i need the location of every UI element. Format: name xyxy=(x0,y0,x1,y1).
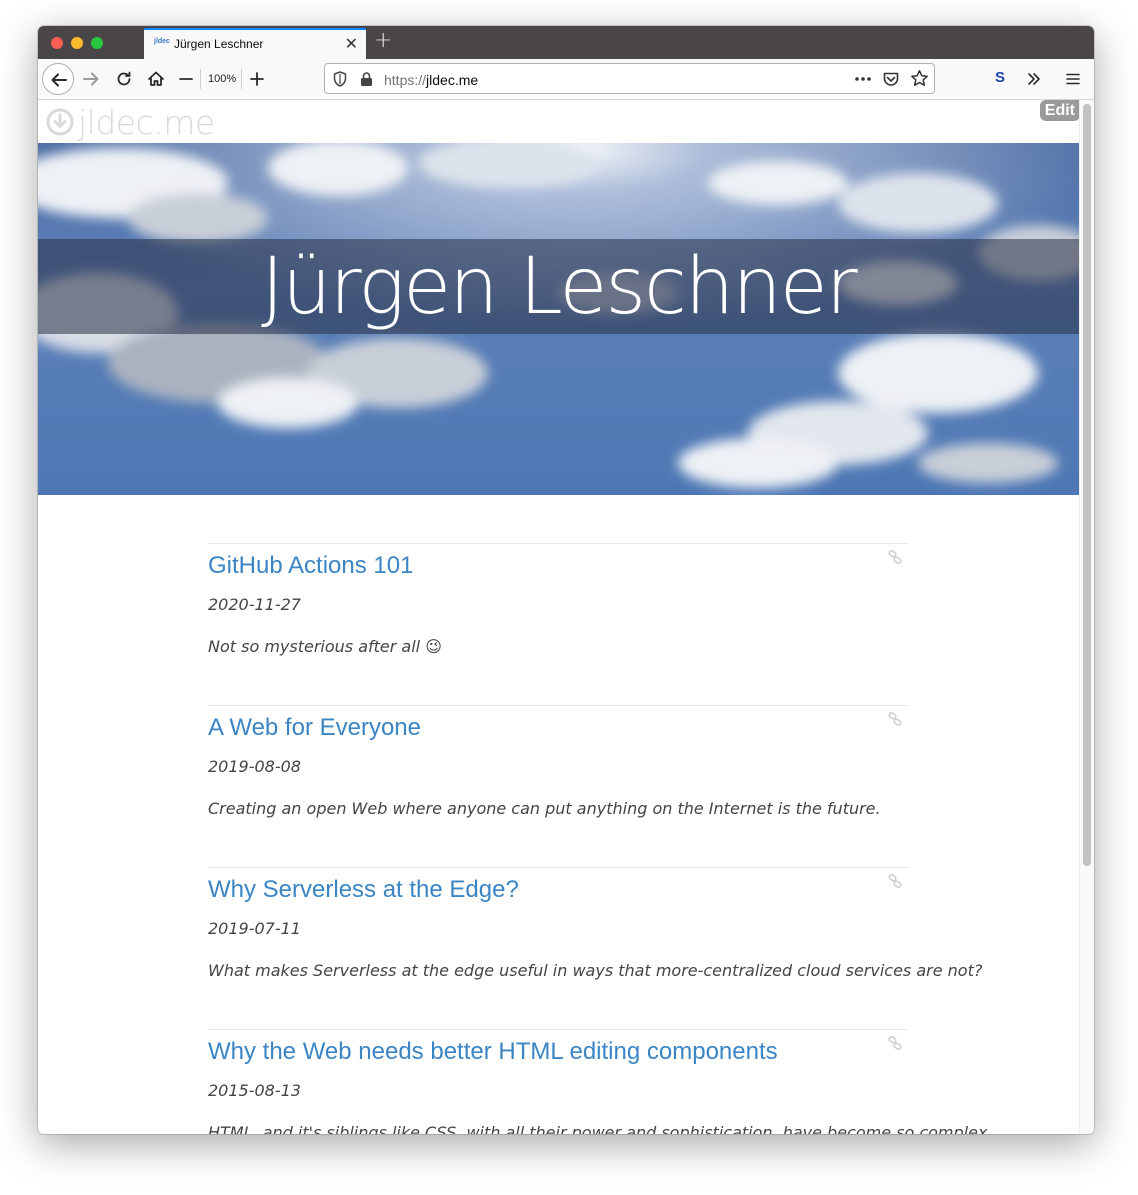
reload-button[interactable] xyxy=(115,70,133,88)
site-logo[interactable]: jldec.me xyxy=(46,102,215,142)
arrow-left-icon xyxy=(51,73,67,87)
url-bar[interactable]: https://jldec.me xyxy=(324,63,935,94)
post-date: 2019-08-08 xyxy=(208,757,301,776)
new-tab-button[interactable]: + xyxy=(374,28,392,53)
page-viewport: jldec.me Edit Jürgen Leschner GitHub Act… xyxy=(38,100,1094,1134)
bookmark-star-icon[interactable] xyxy=(910,69,929,88)
post-title-link[interactable]: A Web for Everyone xyxy=(208,714,421,742)
permalink-icon[interactable] xyxy=(888,712,902,726)
permalink-icon[interactable] xyxy=(888,550,902,564)
edit-button[interactable]: Edit xyxy=(1039,100,1080,121)
post-item: A Web for Everyone 2019-08-08 Creating a… xyxy=(208,705,908,867)
close-tab-icon[interactable]: ✕ xyxy=(345,34,358,53)
pocket-icon[interactable] xyxy=(882,70,900,88)
extension-s-icon[interactable]: S xyxy=(995,69,1005,86)
url-scheme: https:// xyxy=(384,72,427,88)
zoom-window-button[interactable] xyxy=(91,37,103,49)
separator xyxy=(241,69,242,89)
tab-bar: jldec Jürgen Leschner ✕ + xyxy=(38,26,1094,59)
post-list: GitHub Actions 101 2020-11-27 Not so mys… xyxy=(208,543,987,1134)
zoom-level[interactable]: 100% xyxy=(208,73,236,85)
shield-icon[interactable] xyxy=(333,71,347,87)
tab-active[interactable]: jldec Jürgen Leschner ✕ xyxy=(144,28,366,59)
post-title-link[interactable]: Why the Web needs better HTML editing co… xyxy=(208,1038,778,1066)
post-title-link[interactable]: GitHub Actions 101 xyxy=(208,552,413,580)
post-item: GitHub Actions 101 2020-11-27 Not so mys… xyxy=(208,543,908,705)
separator xyxy=(200,69,201,89)
post-summary: Creating an open Web where anyone can pu… xyxy=(208,799,881,818)
url-host: jldec.me xyxy=(426,72,479,88)
site-logo-text: jldec.me xyxy=(78,102,215,142)
post-date: 2015-08-13 xyxy=(208,1081,301,1100)
zoom-in-button[interactable] xyxy=(249,71,265,87)
post-item: Why Serverless at the Edge? 2019-07-11 W… xyxy=(208,867,982,1029)
hamburger-menu-icon[interactable] xyxy=(1066,72,1080,86)
home-button[interactable] xyxy=(146,69,166,89)
overflow-chevron-icon[interactable] xyxy=(1026,71,1042,87)
nav-bar: 100% https://jldec.me S xyxy=(38,59,1094,100)
hero-title: Jürgen Leschner xyxy=(261,242,858,332)
post-summary: HTML, and it's siblings like CSS, with a… xyxy=(208,1123,988,1134)
forward-button[interactable] xyxy=(82,70,100,88)
browser-window: jldec Jürgen Leschner ✕ + 100% https://j… xyxy=(38,26,1094,1134)
scrollbar-thumb[interactable] xyxy=(1083,104,1091,866)
post-summary: Not so mysterious after all 😉 xyxy=(208,637,442,656)
zoom-out-button[interactable] xyxy=(178,71,194,87)
back-button[interactable] xyxy=(42,63,74,95)
page-actions-icon[interactable] xyxy=(854,76,872,82)
post-title-link[interactable]: Why Serverless at the Edge? xyxy=(208,876,519,904)
hero-banner: Jürgen Leschner xyxy=(38,143,1079,495)
lock-icon[interactable] xyxy=(360,71,373,87)
post-date: 2019-07-11 xyxy=(208,919,301,938)
permalink-icon[interactable] xyxy=(888,1036,902,1050)
post-date: 2020-11-27 xyxy=(208,595,301,614)
permalink-icon[interactable] xyxy=(888,874,902,888)
download-circle-icon xyxy=(46,108,74,136)
close-window-button[interactable] xyxy=(51,37,63,49)
post-summary: What makes Serverless at the edge useful… xyxy=(208,961,983,980)
favicon-icon: jldec xyxy=(154,38,170,45)
scrollbar-track[interactable] xyxy=(1079,100,1094,1134)
url-text[interactable]: https://jldec.me xyxy=(384,72,478,88)
tab-title: Jürgen Leschner xyxy=(174,37,264,51)
post-item: Why the Web needs better HTML editing co… xyxy=(208,1029,987,1134)
minimize-window-button[interactable] xyxy=(71,37,83,49)
